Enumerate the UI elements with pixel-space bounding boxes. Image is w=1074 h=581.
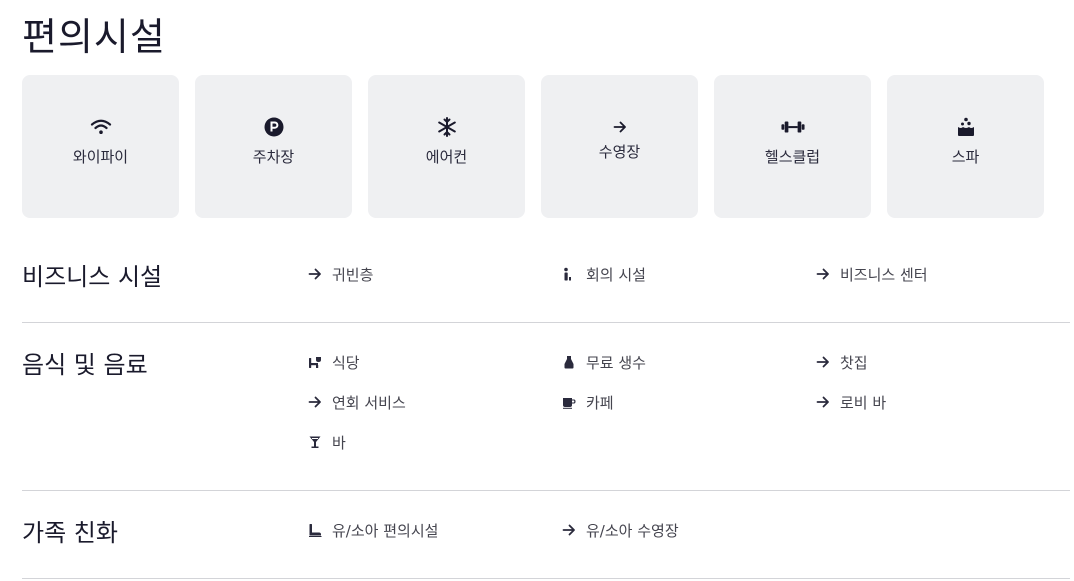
amenity-tile-label: 수영장 bbox=[598, 143, 641, 161]
amenity-item-kids-pool: 유/소아 수영장 bbox=[562, 519, 679, 541]
amenity-item-label: 식당 bbox=[332, 353, 360, 372]
arrow-right-icon bbox=[816, 395, 830, 409]
amenity-tile-label: 주차장 bbox=[252, 148, 295, 166]
amenity-item-executive-floor: 귀빈층 bbox=[308, 263, 373, 285]
water-bottle-icon bbox=[562, 355, 576, 369]
cocktail-icon bbox=[308, 435, 322, 449]
restaurant-icon bbox=[308, 355, 322, 369]
amenity-item-business-center: 비즈니스 센터 bbox=[816, 263, 928, 285]
section-title: 음식 및 음료 bbox=[22, 351, 148, 379]
child-seat-icon bbox=[308, 523, 322, 537]
amenity-item-free-water: 무료 생수 bbox=[562, 351, 646, 373]
amenity-item-tea-house: 찻집 bbox=[816, 351, 868, 373]
arrow-right-icon bbox=[308, 395, 322, 409]
amenity-item-label: 로비 바 bbox=[840, 393, 887, 412]
amenity-item-label: 카페 bbox=[586, 393, 614, 412]
amenity-item-label: 유/소아 편의시설 bbox=[332, 521, 439, 540]
arrow-right-icon bbox=[816, 355, 830, 369]
amenity-tile-label: 와이파이 bbox=[72, 148, 129, 166]
amenity-item-label: 바 bbox=[332, 433, 346, 452]
arrow-right-icon bbox=[308, 267, 322, 281]
amenity-item-kids-facilities: 유/소아 편의시설 bbox=[308, 519, 438, 541]
section-divider bbox=[22, 322, 1070, 323]
amenity-tile-gym[interactable]: 헬스클럽 bbox=[714, 75, 871, 218]
page-title: 편의시설 bbox=[22, 15, 166, 59]
amenity-tile-label: 에어컨 bbox=[425, 148, 468, 166]
amenity-item-cafe: 카페 bbox=[562, 391, 614, 413]
amenity-item-label: 회의 시설 bbox=[586, 265, 646, 284]
amenity-item-label: 유/소아 수영장 bbox=[586, 521, 679, 540]
amenity-tile-label: 스파 bbox=[951, 148, 980, 166]
amenity-tile-label: 헬스클럽 bbox=[764, 148, 821, 166]
amenity-tile-spa[interactable]: 스파 bbox=[887, 75, 1044, 218]
presenter-icon bbox=[562, 267, 576, 281]
section-divider bbox=[22, 578, 1070, 579]
amenity-tile-parking[interactable]: 주차장 bbox=[195, 75, 352, 218]
amenity-item-lobby-bar: 로비 바 bbox=[816, 391, 886, 413]
arrow-right-icon bbox=[562, 523, 576, 537]
section-food-drink: 음식 및 음료 bbox=[22, 345, 1070, 385]
amenity-tile-wifi[interactable]: 와이파이 bbox=[22, 75, 179, 218]
parking-icon bbox=[262, 116, 286, 138]
section-title: 비즈니스 시설 bbox=[22, 263, 163, 291]
amenity-item-banquet-service: 연회 서비스 bbox=[308, 391, 406, 413]
coffee-cup-icon bbox=[562, 395, 576, 409]
amenity-tile-air-conditioning[interactable]: 에어컨 bbox=[368, 75, 525, 218]
spa-icon bbox=[954, 116, 978, 138]
amenity-tiles: 와이파이 주차장 에어컨 수영장 헬스클럽 스파 bbox=[22, 75, 1044, 218]
wifi-icon bbox=[89, 116, 113, 138]
section-divider bbox=[22, 490, 1070, 491]
amenity-item-label: 연회 서비스 bbox=[332, 393, 406, 412]
amenity-tile-pool[interactable]: 수영장 bbox=[541, 75, 698, 218]
amenity-item-meeting-facilities: 회의 시설 bbox=[562, 263, 646, 285]
arrow-right-icon bbox=[608, 116, 632, 138]
section-title: 가족 친화 bbox=[22, 519, 118, 547]
dumbbell-icon bbox=[780, 116, 805, 138]
section-family: 가족 친화 bbox=[22, 513, 1070, 553]
amenity-item-label: 무료 생수 bbox=[586, 353, 646, 372]
amenity-item-label: 귀빈층 bbox=[332, 265, 374, 284]
amenity-item-bar: 바 bbox=[308, 431, 346, 453]
amenity-item-label: 찻집 bbox=[840, 353, 868, 372]
amenity-item-restaurant: 식당 bbox=[308, 351, 360, 373]
snowflake-icon bbox=[435, 116, 459, 138]
amenity-item-label: 비즈니스 센터 bbox=[840, 265, 928, 284]
arrow-right-icon bbox=[816, 267, 830, 281]
